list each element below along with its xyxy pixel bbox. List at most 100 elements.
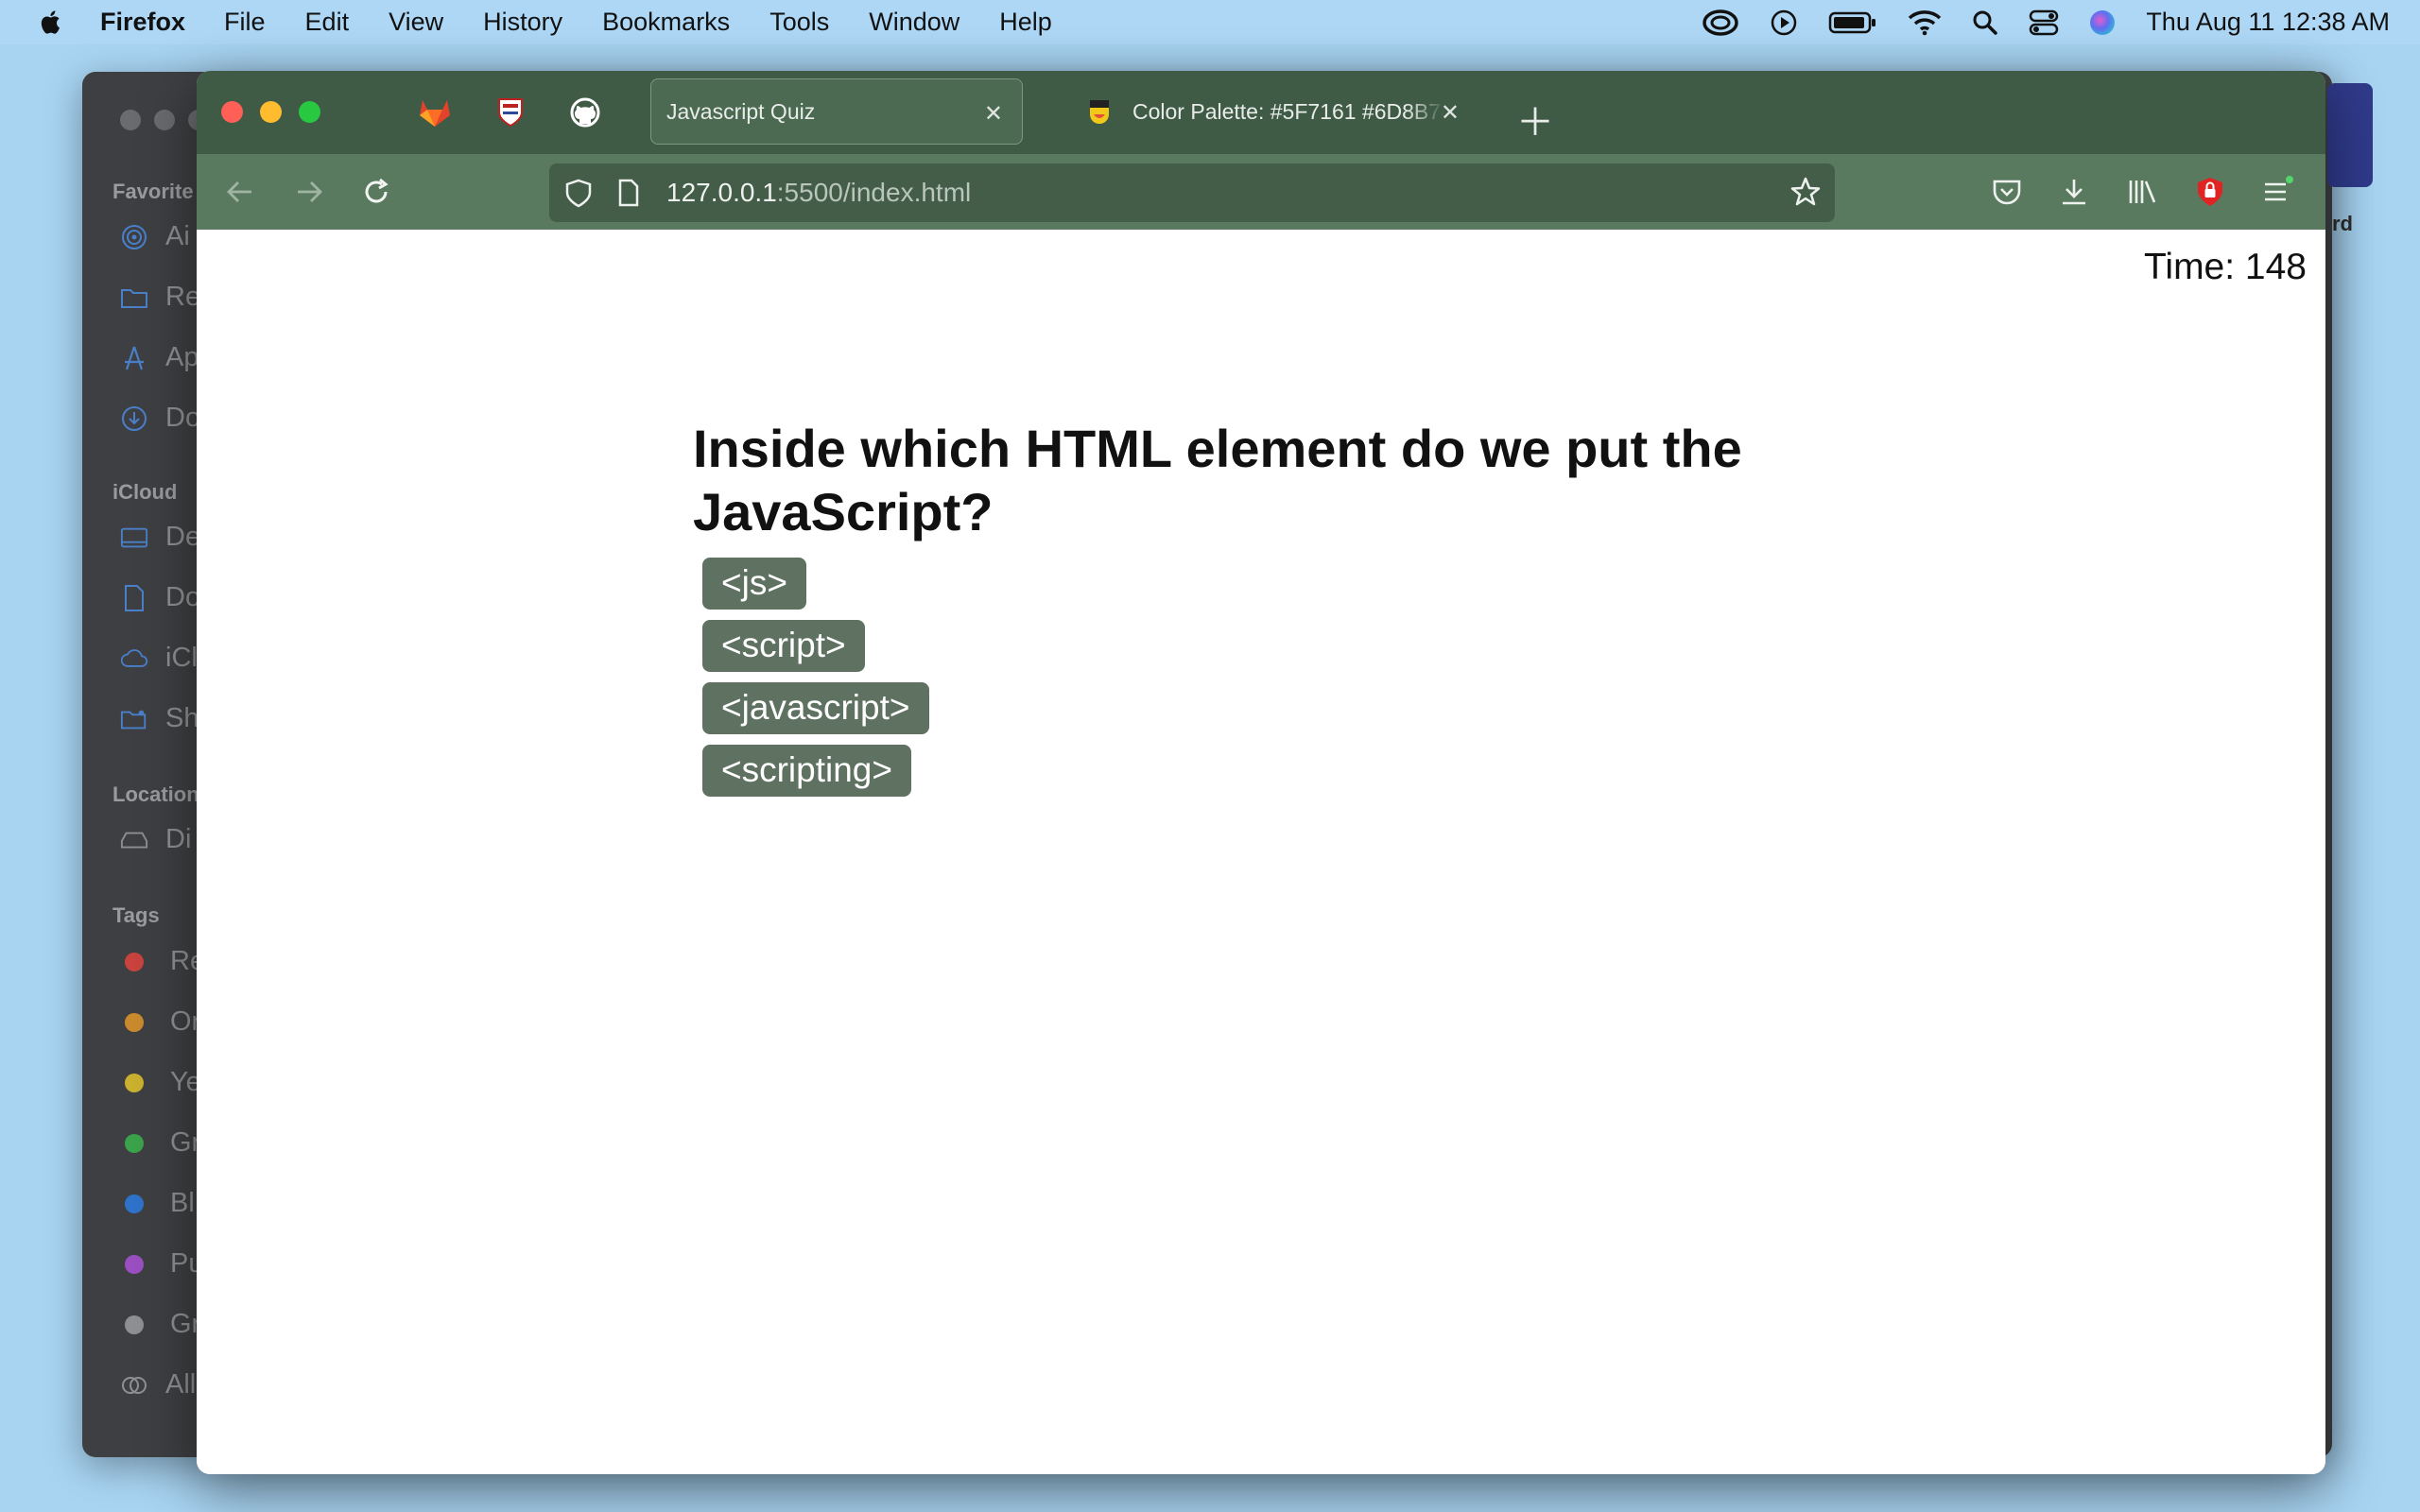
pocket-icon [1993,180,2021,205]
tab-close-icon[interactable]: ✕ [984,100,1003,128]
finder-tag-yellow[interactable]: Ye [120,1067,201,1098]
lock-extension-icon [2198,178,2222,206]
finder-sidebar-badge [2327,83,2373,187]
close-window-button[interactable] [221,101,243,123]
url-host: 127.0.0.1 [666,178,777,207]
forward-button[interactable] [290,173,328,211]
menu-clock[interactable]: Thu Aug 11 12:38 AM [2146,8,2390,37]
cloud-icon [120,644,148,673]
answer-choice-scripting[interactable]: <scripting> [702,745,911,797]
menu-app-firefox[interactable]: Firefox [100,8,185,37]
github-icon [570,97,600,128]
finder-partial-label: rd [2332,212,2353,235]
color-palette-favicon [1090,100,1109,124]
downloads-button[interactable] [2055,173,2093,211]
tag-dot [125,1314,144,1334]
answer-choice-script[interactable]: <script> [702,620,865,672]
airdrop-icon [120,223,148,251]
finder-tag-purple[interactable]: Pu [120,1248,203,1280]
navigation-toolbar: 127.0.0.1:5500/index.html [197,154,2325,230]
menu-bar: Firefox File Edit View History Bookmarks… [0,0,2420,44]
finder-item-label: Ap [165,342,199,372]
battery-icon[interactable] [1828,10,1877,35]
forward-arrow-icon [298,181,322,202]
pinned-tab-gitlab[interactable] [414,92,456,133]
menu-history[interactable]: History [483,8,562,37]
finder-item-icloud-drive[interactable]: iCl [120,643,198,674]
minimize-window-button[interactable] [260,101,282,123]
shared-folder-icon [120,705,148,733]
url-text[interactable]: 127.0.0.1:5500/index.html [666,178,971,208]
creative-cloud-icon[interactable] [1702,9,1739,37]
tab-bar: Javascript Quiz ✕ Color Palette: #5F7161… [197,71,2325,154]
extension-lock-button[interactable] [2191,173,2229,211]
tag-dot [125,952,144,971]
gitlab-icon [420,100,450,127]
answer-choice-javascript[interactable]: <javascript> [702,682,929,734]
finder-tag-gray[interactable]: Gr [120,1309,200,1340]
reload-button[interactable] [357,173,395,211]
folder-icon [120,284,148,312]
finder-item-shared[interactable]: Sh [120,703,199,734]
url-bar[interactable]: 127.0.0.1:5500/index.html [549,163,1835,222]
document-icon [120,584,148,612]
menu-window[interactable]: Window [869,8,959,37]
menu-bookmarks[interactable]: Bookmarks [602,8,730,37]
finder-tag-all[interactable]: All [120,1369,196,1400]
finder-window-controls[interactable] [120,110,209,130]
finder-tag-blue[interactable]: Bl [120,1188,195,1219]
url-path: :5500/index.html [776,178,972,207]
wifi-icon[interactable] [1908,9,1942,36]
pinned-tab-github[interactable] [564,92,606,133]
tab-javascript-quiz[interactable]: Javascript Quiz ✕ [650,78,1023,145]
new-tab-button[interactable]: ＋ [1516,92,1554,146]
bookmark-star-icon[interactable] [1789,176,1822,213]
finder-item-disk[interactable]: Di [120,824,191,855]
answer-choice-js[interactable]: <js> [702,558,806,610]
finder-item-label: Sh [165,703,199,733]
menu-view[interactable]: View [389,8,443,37]
download-icon [2063,180,2085,205]
tab-close-icon[interactable]: ✕ [1441,99,1460,127]
finder-section-favorites: Favorite [112,180,194,203]
reload-icon [365,178,389,203]
menu-file[interactable]: File [224,8,266,37]
app-menu-button[interactable] [2259,173,2297,211]
library-button[interactable] [2123,173,2161,211]
finder-item-label: Di [165,824,192,854]
menu-edit[interactable]: Edit [305,8,350,37]
finder-item-desktop[interactable]: De [120,522,200,553]
finder-item-airdrop[interactable]: Ai [120,221,190,252]
shield-icon[interactable] [564,179,593,214]
finder-item-documents[interactable]: Do [120,582,200,613]
finder-item-applications[interactable]: Ap [120,342,199,373]
back-button[interactable] [221,173,259,211]
window-controls [221,101,320,123]
menu-tools[interactable]: Tools [769,8,829,37]
hamburger-menu-icon [2265,176,2293,201]
zoom-window-button[interactable] [299,101,320,123]
pocket-button[interactable] [1988,173,2026,211]
finder-tag-orange[interactable]: Or [120,1006,200,1038]
finder-section-icloud: iCloud [112,480,178,504]
finder-item-recents[interactable]: Re [120,282,200,313]
finder-tag-red[interactable]: Re [120,946,205,977]
play-circle-icon[interactable] [1770,9,1798,37]
tag-dot [125,1012,144,1032]
finder-item-downloads[interactable]: Do [120,403,200,434]
control-center-icon[interactable] [2029,9,2059,36]
menu-help[interactable]: Help [999,8,1052,37]
desktop-icon [120,524,148,552]
finder-item-label: Do [165,582,201,612]
apple-icon[interactable] [40,9,60,35]
download-circle-icon [120,404,148,433]
page-info-icon[interactable] [617,179,640,212]
tag-dot [125,1254,144,1274]
tab-color-palette[interactable]: Color Palette: #5F7161 #6D8B74 ✕ [1085,78,1482,145]
pinned-tab-crest[interactable] [490,92,531,133]
siri-icon[interactable] [2089,9,2116,36]
tag-dot [125,1194,144,1213]
applications-icon [120,344,148,372]
spotlight-search-icon[interactable] [1972,9,1998,36]
finder-tag-green[interactable]: Gr [120,1127,200,1159]
